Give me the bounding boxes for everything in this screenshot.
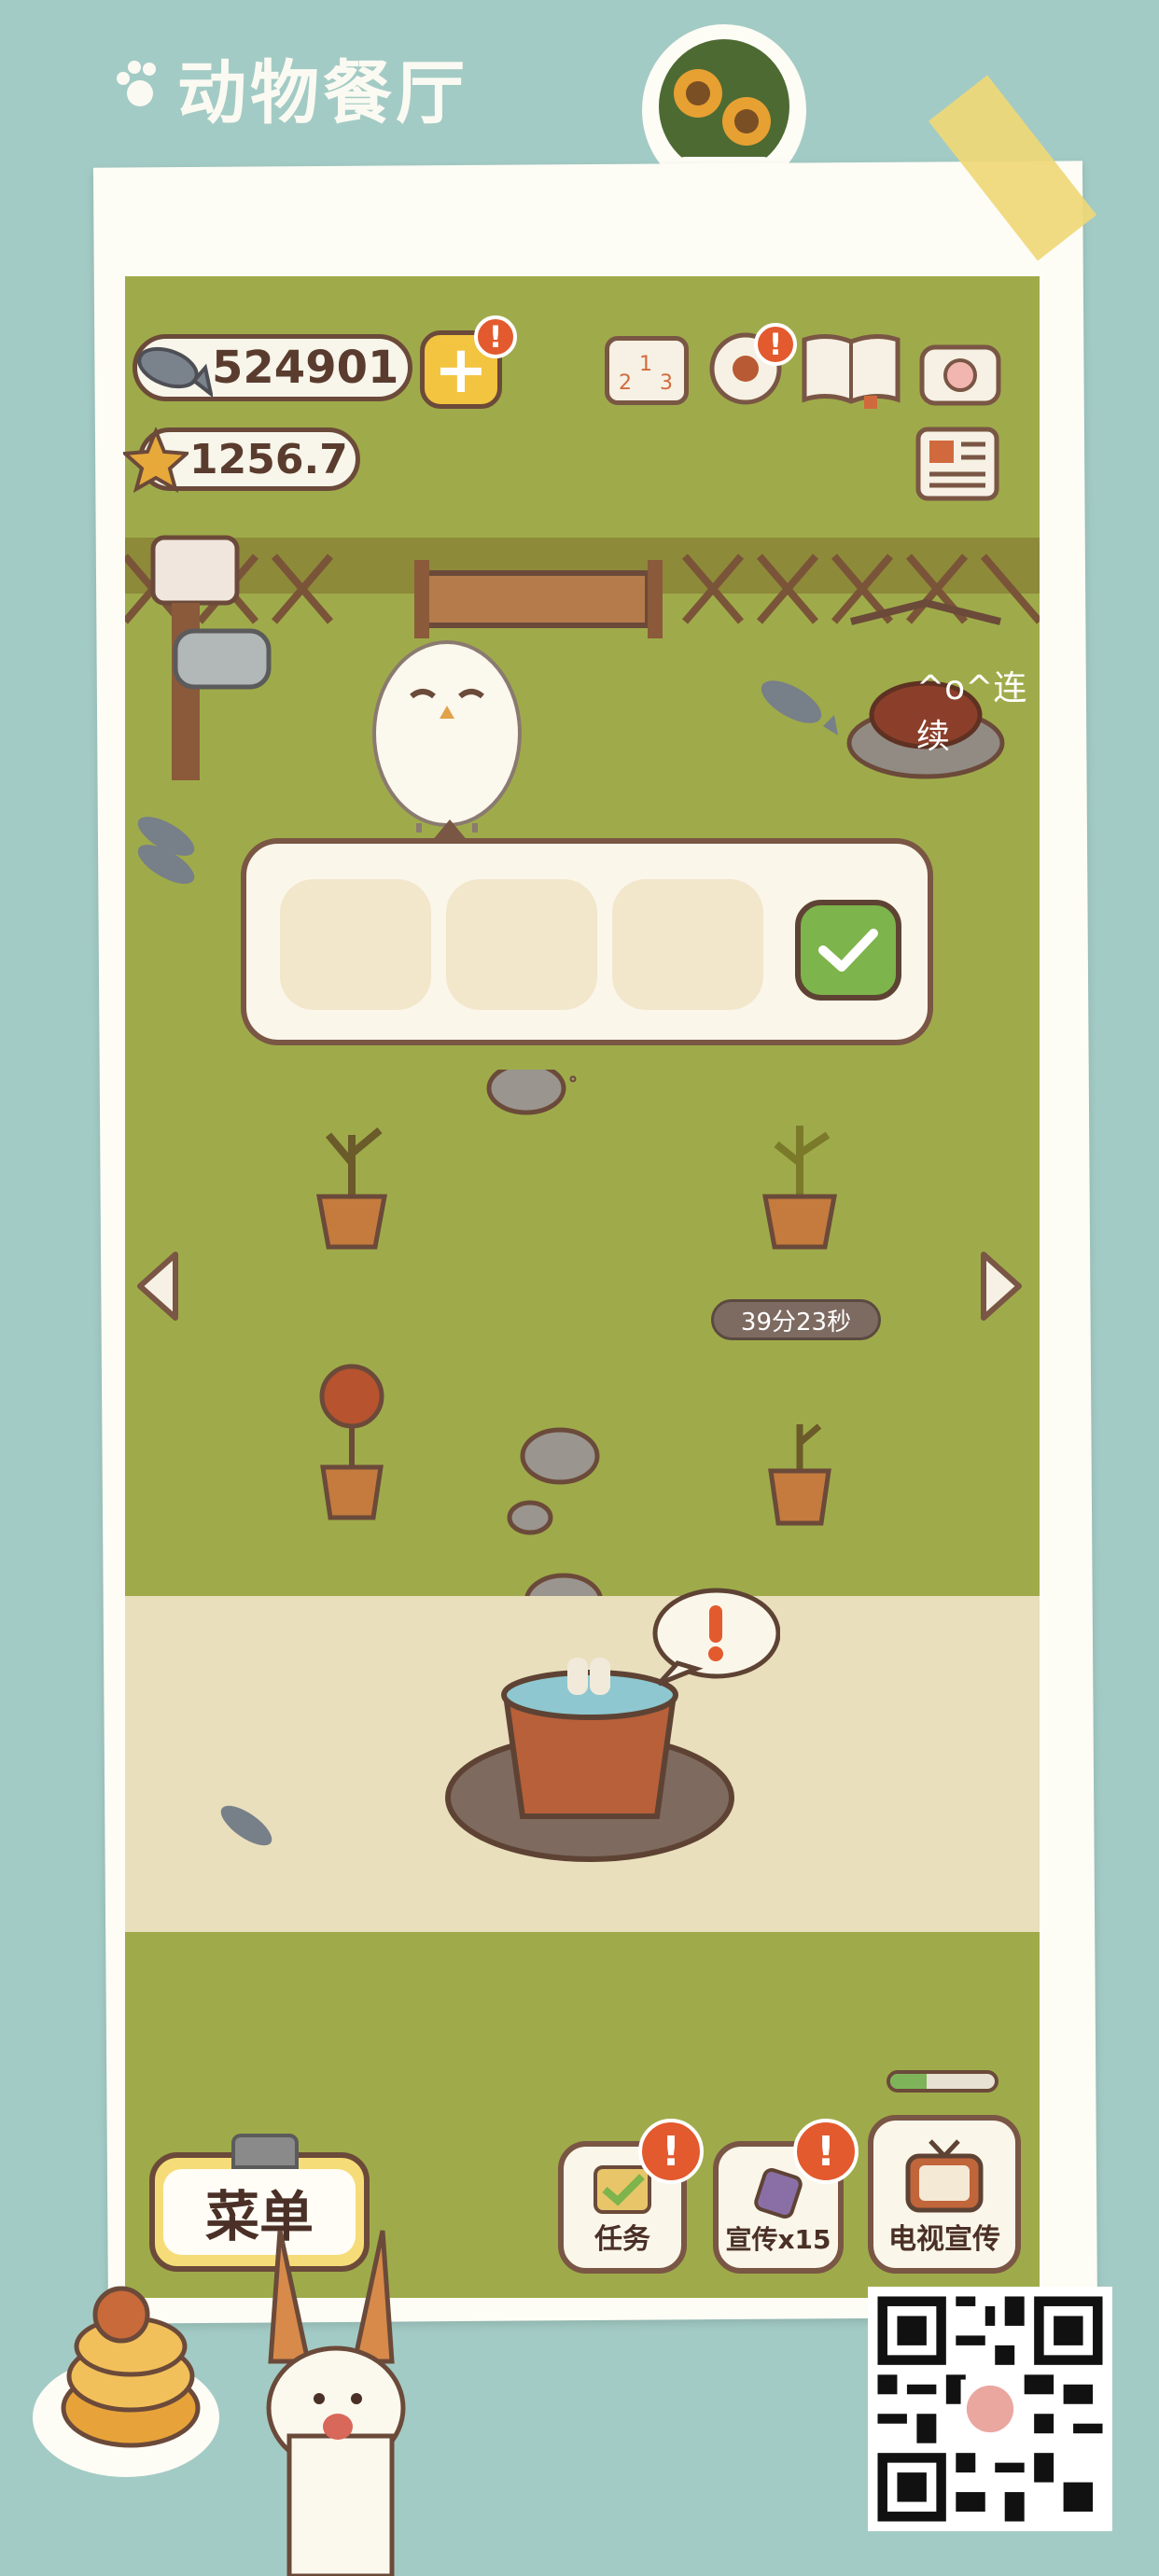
fish-item[interactable] [209, 1788, 293, 1872]
tasks-label: 任务 [594, 2223, 650, 2256]
potted-sprout[interactable] [748, 1406, 851, 1536]
potted-flower[interactable] [300, 1350, 403, 1527]
tasks-alert-badge: ! [638, 2119, 704, 2184]
ranking-icon: 2 1 3 [613, 353, 673, 395]
fish-item[interactable] [750, 668, 844, 743]
potted-plant[interactable] [300, 1107, 403, 1256]
dialog-pointer [431, 819, 468, 842]
app-title: 动物餐厅 [177, 53, 468, 133]
game-scene: ^o^连续 [125, 276, 1040, 2298]
growth-timer: 39分23秒 [711, 1299, 881, 1340]
star-count: 1256.7 [189, 435, 348, 483]
add-alert-badge: ! [474, 315, 517, 358]
svg-text:2: 2 [619, 371, 632, 395]
fish-item[interactable] [125, 799, 209, 892]
tv-promote-label: 电视宣传 [888, 2223, 1000, 2256]
ranking-button[interactable]: 2 1 3 [605, 336, 689, 405]
tv-progress-fill [890, 2074, 928, 2089]
tv-progress-bar [887, 2070, 998, 2093]
svg-text:3: 3 [660, 371, 673, 395]
right-arrow-icon[interactable] [976, 1249, 1026, 1323]
newspaper-icon[interactable] [915, 426, 1000, 502]
empty-slot[interactable] [280, 879, 431, 1010]
tv-icon [905, 2139, 984, 2213]
camera-icon[interactable] [918, 332, 1002, 407]
tv-promote-button[interactable]: 电视宣传 [868, 2115, 1021, 2274]
owl-character[interactable] [363, 612, 531, 836]
harvest-dialog [241, 838, 933, 1045]
svg-text:1: 1 [639, 353, 652, 376]
promote-label: 宣传x15 [725, 2224, 831, 2255]
confirm-button[interactable] [795, 900, 901, 1001]
promote-alert-badge: ! [793, 2119, 859, 2184]
corgi-sticker [266, 2230, 406, 2576]
empty-slot[interactable] [612, 879, 763, 1010]
empty-slot[interactable] [446, 879, 597, 1010]
fish-currency-icon [137, 346, 213, 399]
paw-icon [117, 61, 156, 106]
recipe-book-icon[interactable] [799, 330, 903, 409]
promote-card-icon [754, 2167, 803, 2219]
settings-alert-badge: ! [754, 323, 797, 366]
checkmark-icon [818, 929, 878, 972]
star-icon [123, 427, 189, 493]
pancake-sticker [33, 2286, 219, 2477]
fish-count: 524901 [212, 342, 399, 394]
clipboard-clip [231, 2134, 299, 2169]
left-arrow-icon[interactable] [133, 1249, 183, 1323]
qr-code[interactable] [868, 2287, 1112, 2531]
mailbox[interactable] [144, 528, 274, 790]
alert-bubble[interactable] [649, 1587, 780, 1689]
potted-plant[interactable] [748, 1107, 851, 1256]
chat-text: ^o^连续 [916, 669, 1027, 756]
